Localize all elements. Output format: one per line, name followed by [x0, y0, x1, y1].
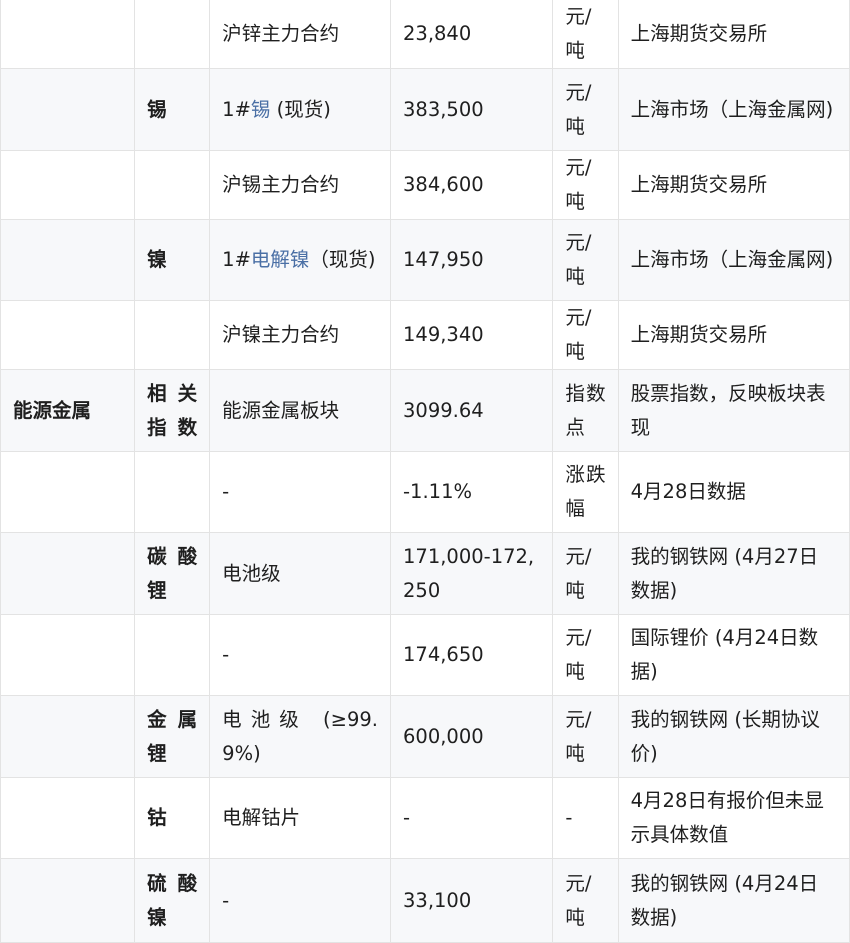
- name-cell: 沪锌主力合约: [209, 0, 392, 69]
- category-cell: [0, 0, 136, 69]
- unit-cell: 元/吨: [552, 614, 619, 696]
- category-cell: [0, 695, 136, 778]
- name-cell: 沪镍主力合约: [209, 300, 392, 370]
- source-cell: 上海市场（上海金属网): [617, 68, 850, 151]
- subcategory-cell: [134, 451, 211, 533]
- unit-cell: 元/吨: [552, 0, 619, 69]
- price-cell: 600,000: [390, 695, 554, 778]
- table-row: 能源金属 相关指数 能源金属板块 3099.64 指数点 股票指数，反映板块表现: [0, 369, 850, 452]
- table-row: 沪锡主力合约 384,600 元/吨 上海期货交易所: [0, 150, 850, 220]
- name-cell: -: [209, 451, 392, 533]
- subcategory-cell: 碳酸锂: [134, 532, 211, 615]
- subcategory-cell: [134, 300, 211, 370]
- name-cell: 电池级 (≥99.9%): [209, 695, 392, 778]
- subcategory-cell: 锡: [134, 68, 211, 151]
- name-cell: 1#锡 (现货): [209, 68, 392, 151]
- table-row: 沪锌主力合约 23,840 元/吨 上海期货交易所: [0, 0, 850, 69]
- name-suffix: (现货): [270, 97, 331, 121]
- name-prefix: 1#: [222, 248, 251, 271]
- price-cell: 174,650: [390, 614, 554, 696]
- subcategory-cell: [134, 614, 211, 696]
- table-row: 镍 1#电解镍（现货) 147,950 元/吨 上海市场（上海金属网): [0, 219, 850, 301]
- name-prefix: 1#: [222, 97, 251, 121]
- unit-cell: 元/吨: [552, 695, 619, 778]
- price-cell: 383,500: [390, 68, 554, 151]
- name-suffix: （现货): [309, 248, 376, 271]
- unit-cell: 元/吨: [552, 300, 619, 370]
- category-cell: [0, 219, 136, 301]
- price-cell: -: [390, 777, 554, 859]
- name-cell: 1#电解镍（现货): [209, 219, 392, 301]
- name-cell: 能源金属板块: [209, 369, 392, 452]
- unit-cell: 元/吨: [552, 532, 619, 615]
- source-cell: 上海市场（上海金属网): [617, 219, 850, 301]
- category-cell: [0, 150, 136, 220]
- unit-cell: 元/吨: [552, 858, 619, 943]
- price-cell: 33,100: [390, 858, 554, 943]
- category-cell: [0, 300, 136, 370]
- category-cell: [0, 451, 136, 533]
- price-cell: 149,340: [390, 300, 554, 370]
- unit-cell: 元/吨: [552, 68, 619, 151]
- table-row: 钴 电解钴片 - - 4月28日有报价但未显示具体数值: [0, 777, 850, 859]
- name-link[interactable]: 电解镍: [251, 248, 310, 271]
- source-cell: 上海期货交易所: [617, 300, 850, 370]
- source-cell: 上海期货交易所: [617, 0, 850, 69]
- category-cell: [0, 858, 136, 943]
- unit-cell: 指数点: [552, 369, 619, 452]
- table-row: 金属锂 电池级 (≥99.9%) 600,000 元/吨 我的钢铁网 (长期协议…: [0, 695, 850, 778]
- unit-cell: 涨跌幅: [552, 451, 619, 533]
- table-row: - 174,650 元/吨 国际锂价 (4月24日数据): [0, 614, 850, 696]
- source-cell: 上海期货交易所: [617, 150, 850, 220]
- name-cell: -: [209, 858, 392, 943]
- category-cell: [0, 532, 136, 615]
- source-cell: 4月28日数据: [617, 451, 850, 533]
- category-cell: [0, 68, 136, 151]
- category-cell: 能源金属: [0, 369, 136, 452]
- source-cell: 股票指数，反映板块表现: [617, 369, 850, 452]
- unit-cell: 元/吨: [552, 219, 619, 301]
- unit-cell: 元/吨: [552, 150, 619, 220]
- subcategory-cell: 镍: [134, 219, 211, 301]
- table-row: 碳酸锂 电池级 171,000-172,250 元/吨 我的钢铁网 (4月27日…: [0, 532, 850, 615]
- name-cell: 电解钴片: [209, 777, 392, 859]
- source-cell: 4月28日有报价但未显示具体数值: [617, 777, 850, 859]
- price-cell: -1.11%: [390, 451, 554, 533]
- name-link[interactable]: 锡: [251, 98, 271, 121]
- subcategory-cell: [134, 0, 211, 69]
- price-cell: 23,840: [390, 0, 554, 69]
- source-cell: 我的钢铁网 (4月27日数据): [617, 532, 850, 615]
- table-row: 沪镍主力合约 149,340 元/吨 上海期货交易所: [0, 300, 850, 370]
- category-cell: [0, 614, 136, 696]
- price-cell: 384,600: [390, 150, 554, 220]
- source-cell: 我的钢铁网 (长期协议价): [617, 695, 850, 778]
- name-cell: -: [209, 614, 392, 696]
- subcategory-cell: [134, 150, 211, 220]
- category-cell: [0, 777, 136, 859]
- subcategory-cell: 金属锂: [134, 695, 211, 778]
- subcategory-cell: 钴: [134, 777, 211, 859]
- price-cell: 3099.64: [390, 369, 554, 452]
- price-cell: 147,950: [390, 219, 554, 301]
- table-row: 硫酸镍 - 33,100 元/吨 我的钢铁网 (4月24日数据): [0, 858, 850, 943]
- name-cell: 电池级: [209, 532, 392, 615]
- subcategory-cell: 硫酸镍: [134, 858, 211, 943]
- price-cell: 171,000-172,250: [390, 532, 554, 615]
- unit-cell: -: [552, 777, 619, 859]
- table-row: 锡 1#锡 (现货) 383,500 元/吨 上海市场（上海金属网): [0, 68, 850, 151]
- source-cell: 国际锂价 (4月24日数据): [617, 614, 850, 696]
- source-cell: 我的钢铁网 (4月24日数据): [617, 858, 850, 943]
- name-cell: 沪锡主力合约: [209, 150, 392, 220]
- subcategory-cell: 相关指数: [134, 369, 211, 452]
- price-table: 沪锌主力合约 23,840 元/吨 上海期货交易所 锡 1#锡 (现货) 383…: [0, 0, 850, 943]
- table-row: - -1.11% 涨跌幅 4月28日数据: [0, 451, 850, 533]
